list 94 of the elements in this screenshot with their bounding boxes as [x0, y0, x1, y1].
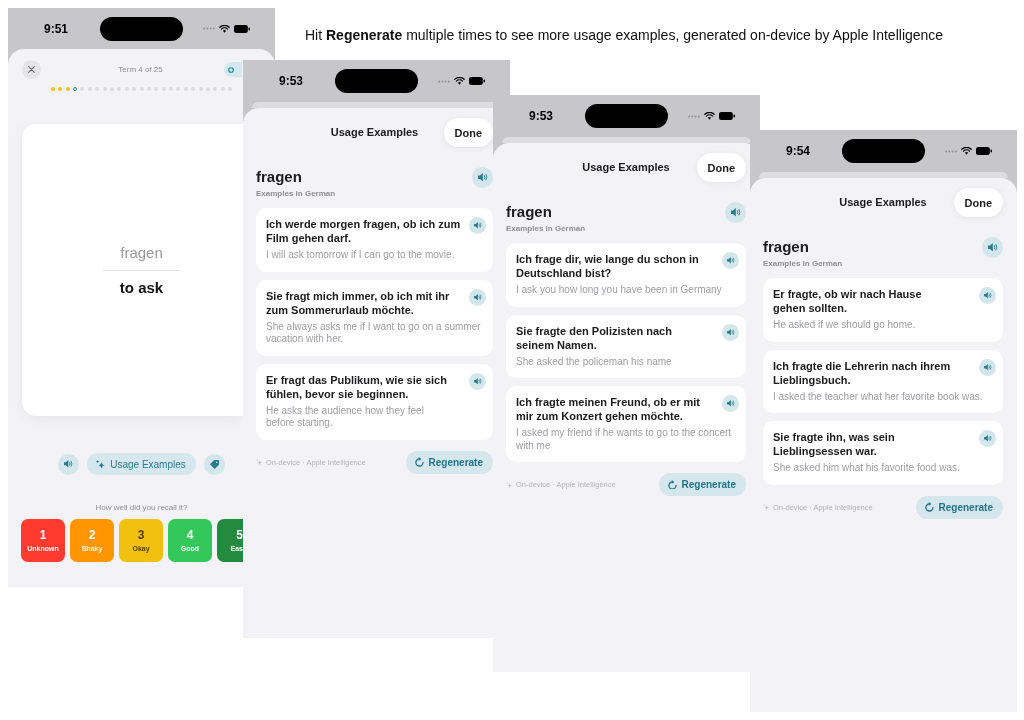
speak-button[interactable]: [722, 252, 739, 269]
example-translation: I will ask tomorrow if I can go to the movie.: [266, 249, 456, 262]
speaker-icon: [726, 328, 735, 336]
speak-button[interactable]: [979, 287, 996, 304]
mode-button[interactable]: [224, 62, 242, 77]
wifi-icon: [218, 24, 230, 33]
speaker-icon: [473, 222, 482, 229]
speak-button[interactable]: [472, 167, 493, 188]
regenerate-button[interactable]: Regenerate: [658, 473, 746, 496]
wifi-icon: [703, 112, 715, 120]
language-subtitle: Examples in German: [763, 259, 843, 268]
language-subtitle: Examples in German: [256, 189, 336, 198]
done-button[interactable]: Done: [696, 153, 746, 182]
speaker-icon: [726, 257, 735, 264]
sparkle-icon: [506, 481, 512, 488]
language-subtitle: Examples in German: [506, 224, 586, 233]
refresh-icon: [414, 457, 424, 467]
example-translation: He asks the audience how they feel before starting.: [266, 404, 425, 430]
example-translation: She asked him what his favorite food was.: [773, 462, 961, 475]
signal-dots-icon: [944, 149, 957, 153]
speaker-icon: [473, 377, 482, 385]
signal-dots-icon: [687, 114, 700, 118]
speaker-icon: [473, 293, 482, 301]
speak-button[interactable]: [469, 372, 486, 390]
term-counter: Term 4 of 25: [118, 64, 163, 75]
battery-icon: [718, 112, 735, 120]
battery-icon: [975, 147, 992, 155]
sheet-title: Usage Examples: [839, 196, 927, 209]
recall-prompt: How well did you recall it?: [95, 503, 188, 513]
sparkle-icon: [763, 504, 769, 510]
caption-text: Hit Regenerate multiple times to see more usage examples, generated on-device by Apple Intelligence: [305, 27, 944, 43]
sheet-title: Usage Examples: [582, 161, 670, 174]
term-text: fragen: [120, 243, 163, 262]
example-translation: I ask you how long you have been in Germany: [516, 284, 723, 297]
example-sentence: Ich fragte meinen Freund, ob er mit mir zum Konzert gehen möchte.: [516, 395, 701, 423]
speak-button[interactable]: [58, 453, 80, 475]
example-translation: She asked the policeman his name: [516, 355, 673, 368]
word-heading: fragen: [506, 203, 553, 221]
speak-button[interactable]: [725, 202, 746, 223]
example-translation: I asked the teacher what her favorite book was.: [773, 390, 984, 403]
close-icon: [28, 66, 35, 73]
regenerate-button[interactable]: Regenerate: [915, 495, 1003, 519]
word-heading: fragen: [763, 238, 810, 256]
example-sentence: Sie fragte den Polizisten nach seinem Namen.: [516, 323, 673, 352]
translation-text: to ask: [119, 278, 164, 297]
speak-button[interactable]: [722, 395, 739, 412]
speak-button[interactable]: [469, 288, 486, 306]
example-sentence: Ich fragte die Lehrerin nach ihrem Lieblingsbuch.: [773, 358, 952, 387]
usage-examples-button[interactable]: Usage Examples: [87, 453, 196, 475]
done-button[interactable]: Done: [953, 188, 1003, 217]
sparkle-icon: [256, 459, 262, 465]
speaker-icon: [477, 173, 488, 182]
ring-icon: [228, 66, 234, 73]
status-time: 9:53: [529, 109, 553, 123]
speaker-icon: [983, 292, 992, 299]
speak-button[interactable]: [979, 358, 996, 376]
signal-dots-icon: [437, 79, 450, 83]
example-translation: She always asks me if I want to go on a summer vacation with her.: [266, 320, 482, 346]
battery-icon: [233, 24, 250, 33]
status-time: 9:54: [786, 144, 810, 158]
wifi-icon: [453, 77, 465, 85]
close-button[interactable]: [22, 60, 41, 79]
sparkle-icon: [96, 459, 106, 469]
speaker-icon: [726, 400, 735, 407]
speaker-icon: [983, 363, 992, 371]
regenerate-button[interactable]: Regenerate: [405, 450, 493, 474]
example-sentence: Er fragt das Publikum, wie sie sich fühlen, bevor sie beginnen.: [266, 372, 448, 401]
done-button[interactable]: Done: [443, 118, 493, 147]
speaker-icon: [730, 208, 741, 217]
tag-button[interactable]: [203, 453, 225, 475]
status-time: 9:51: [44, 21, 68, 36]
speak-button[interactable]: [722, 323, 739, 341]
example-sentence: Sie fragt mich immer, ob ich mit ihr zum Sommerurlaub möchte.: [266, 288, 451, 317]
example-sentence: Sie fragte ihn, was sein Lieblingsessen war.: [773, 430, 896, 458]
example-translation: I asked my friend if he wants to go to the concert with me: [516, 427, 733, 452]
tag-icon: [209, 459, 219, 469]
example-sentence: Er fragte, ob wir nach Hause gehen sollten.: [773, 287, 923, 315]
sheet-title: Usage Examples: [330, 126, 419, 139]
example-translation: He asked if we should go home.: [773, 319, 917, 332]
speaker-icon: [983, 435, 992, 442]
speak-button[interactable]: [982, 237, 1003, 258]
example-sentence: Ich werde morgen fragen, ob ich zum Film gehen darf.: [266, 217, 462, 245]
signal-dots-icon: [202, 27, 215, 30]
speak-button[interactable]: [979, 430, 996, 447]
refresh-icon: [667, 479, 677, 490]
battery-icon: [468, 77, 485, 85]
speak-button[interactable]: [469, 217, 486, 234]
word-heading: fragen: [256, 168, 303, 186]
refresh-icon: [924, 502, 934, 512]
wifi-icon: [960, 147, 972, 155]
status-time: 9:53: [279, 74, 303, 88]
example-sentence: Ich frage dir, wie lange du schon in Deutschland bist?: [516, 252, 700, 280]
speaker-icon: [987, 243, 998, 252]
speaker-icon: [64, 460, 74, 468]
